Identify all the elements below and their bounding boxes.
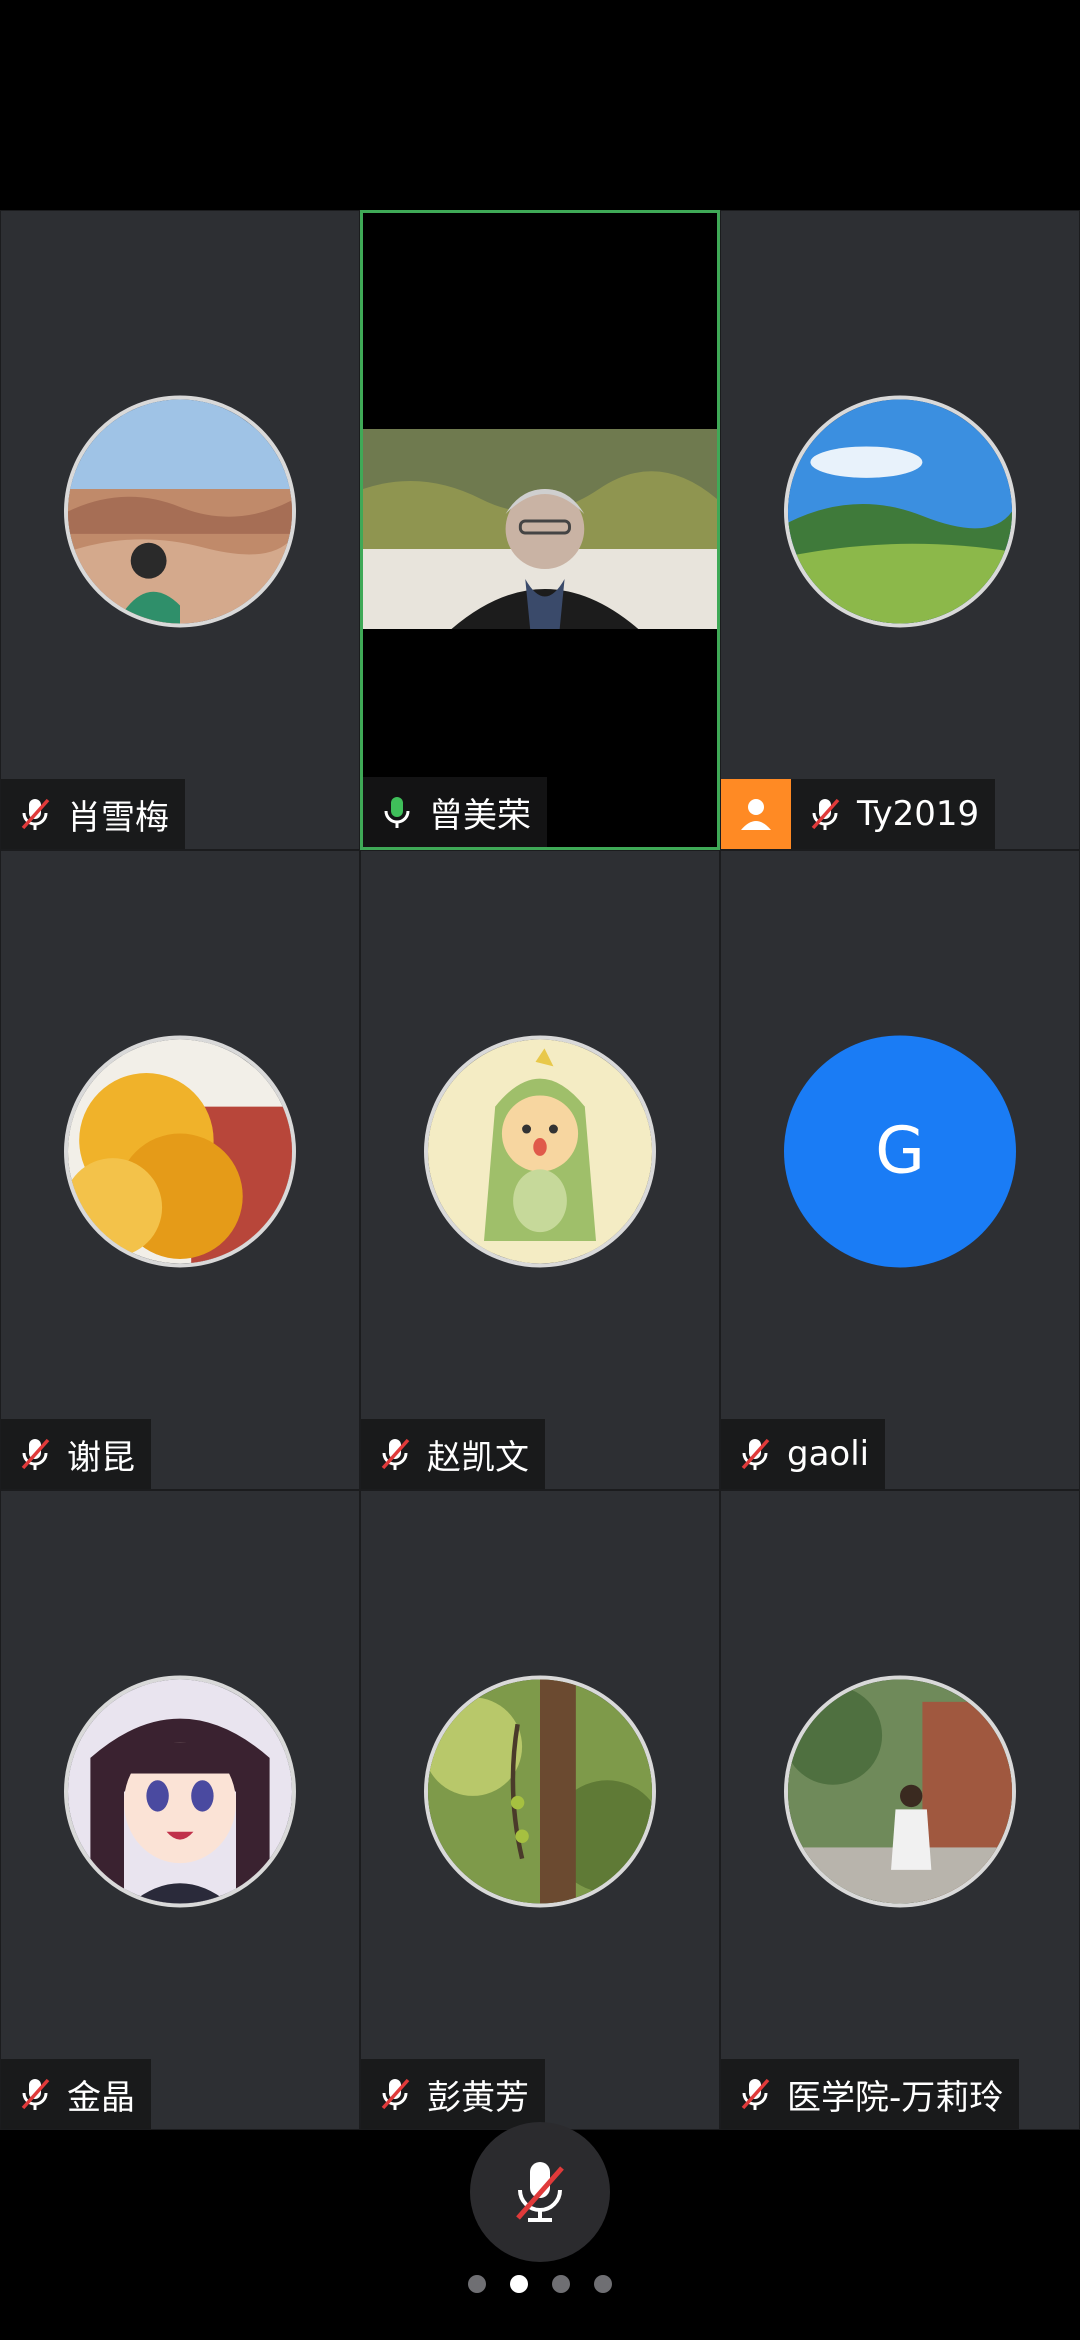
- name-label: 曾美荣: [363, 777, 547, 847]
- cartoon-dinosaur-icon: [428, 1039, 652, 1264]
- page-dot[interactable]: [594, 2275, 612, 2293]
- avatar: [424, 1035, 656, 1268]
- mic-active-icon: [377, 792, 417, 832]
- participant-name: 肖雪梅: [67, 797, 169, 838]
- participant-grid: 肖雪梅 曾美荣 Ty2019 谢昆 赵凯文 G gaoli 金晶 彭黄芳 医学院…: [0, 210, 1080, 2130]
- participant-name: 金晶: [67, 2077, 135, 2118]
- host-badge: [721, 779, 791, 849]
- participant-tile[interactable]: 肖雪梅: [0, 210, 360, 850]
- avatar: [784, 1675, 1016, 1908]
- page-dot-current[interactable]: [510, 2275, 528, 2293]
- participant-tile[interactable]: 赵凯文: [360, 850, 720, 1490]
- participant-tile[interactable]: Ty2019: [720, 210, 1080, 850]
- photo-desert-person-icon: [68, 399, 292, 624]
- avatar: [64, 395, 296, 628]
- name-label: 医学院-万莉玲: [721, 2059, 1020, 2129]
- photo-street-woman-icon: [788, 1679, 1012, 1904]
- photo-green-valley-icon: [788, 399, 1012, 624]
- avatar: [64, 1035, 296, 1268]
- photo-ginkgo-tree-icon: [68, 1039, 292, 1264]
- name-label: 谢昆: [1, 1419, 151, 1489]
- name-label: 赵凯文: [361, 1419, 545, 1489]
- avatar: [64, 1675, 296, 1908]
- participant-tile[interactable]: 金晶: [0, 1490, 360, 2130]
- mic-muted-icon: [15, 1434, 55, 1474]
- name-label: 肖雪梅: [1, 779, 185, 849]
- camera-feed-elderly-woman: [363, 429, 717, 629]
- mic-muted-icon: [375, 2074, 415, 2114]
- name-label: gaoli: [721, 1419, 886, 1489]
- participant-name: Ty2019: [857, 794, 980, 834]
- anime-girl-icon: [68, 1679, 292, 1904]
- participant-tile[interactable]: 彭黄芳: [360, 1490, 720, 2130]
- mute-toggle-button[interactable]: [470, 2122, 610, 2262]
- muted-microphone-icon: [516, 2162, 564, 2222]
- participant-name: 医学院-万莉玲: [787, 2077, 1004, 2118]
- participant-name: gaoli: [787, 1434, 870, 1474]
- participant-name: 赵凯文: [427, 1437, 529, 1478]
- active-speaker-tile[interactable]: 曾美荣: [360, 210, 720, 850]
- mic-muted-icon: [735, 2074, 775, 2114]
- participant-name: 彭黄芳: [427, 2077, 529, 2118]
- page-dot[interactable]: [552, 2275, 570, 2293]
- name-label: 金晶: [1, 2059, 151, 2129]
- photo-tree-buds-icon: [428, 1679, 652, 1904]
- avatar: [424, 1675, 656, 1908]
- avatar: [784, 395, 1016, 628]
- name-label: Ty2019: [791, 779, 996, 849]
- page-dot[interactable]: [468, 2275, 486, 2293]
- mic-muted-icon: [15, 2074, 55, 2114]
- name-label: 彭黄芳: [361, 2059, 545, 2129]
- participant-tile[interactable]: G gaoli: [720, 850, 1080, 1490]
- avatar-letter: G: [875, 1114, 925, 1189]
- participant-name: 曾美荣: [429, 795, 531, 836]
- participant-name: 谢昆: [67, 1437, 135, 1478]
- participant-tile[interactable]: 谢昆: [0, 850, 360, 1490]
- video-feed: [363, 429, 717, 629]
- mic-muted-icon: [375, 1434, 415, 1474]
- person-icon: [741, 799, 771, 830]
- page-indicator[interactable]: [0, 2275, 1080, 2293]
- mic-muted-icon: [15, 794, 55, 834]
- letter-avatar: G: [784, 1035, 1016, 1268]
- mic-muted-icon: [805, 794, 845, 834]
- mic-muted-icon: [735, 1434, 775, 1474]
- participant-tile[interactable]: 医学院-万莉玲: [720, 1490, 1080, 2130]
